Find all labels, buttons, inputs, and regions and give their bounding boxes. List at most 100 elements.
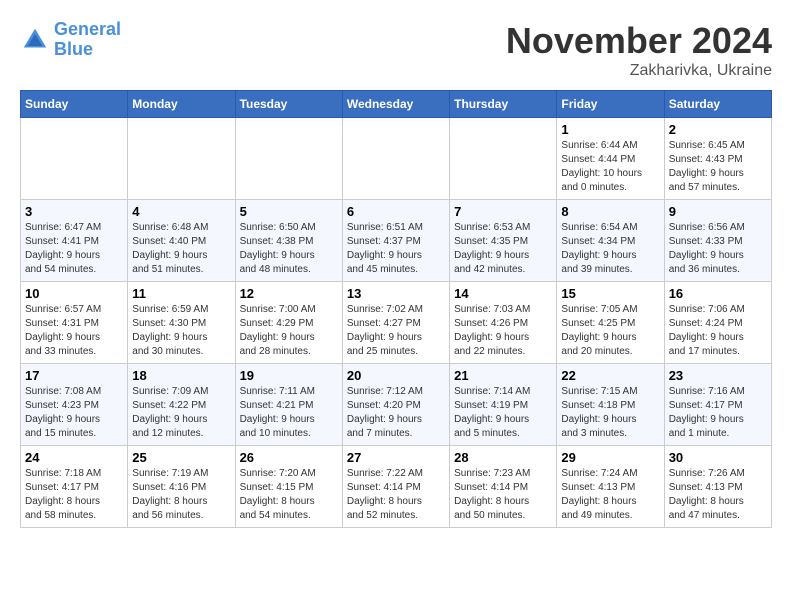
calendar-cell: 8Sunrise: 6:54 AM Sunset: 4:34 PM Daylig… [557, 200, 664, 282]
calendar-cell: 22 Sunrise: 7:15 AM Sunset: 4:18 PM Dayli… [557, 364, 664, 446]
day-number: 10 [25, 286, 123, 301]
calendar-cell: 13 Sunrise: 7:02 AM Sunset: 4:27 PM Dayli… [342, 282, 449, 364]
day-number: 5 [240, 204, 338, 219]
day-info: Sunrise: 7:08 AM Sunset: 4:23 PM Dayligh… [25, 385, 123, 441]
day-info: Sunrise: 7:19 AM Sunset: 4:16 PM Dayligh… [132, 467, 230, 523]
calendar-cell: 7 Sunrise: 6:53 AM Sunset: 4:35 PM Daylig… [450, 200, 557, 282]
weekday-header-row: SundayMondayTuesdayWednesdayThursdayFrid… [21, 91, 772, 118]
day-info: Sunrise: 7:26 AM Sunset: 4:13 PM Dayligh… [669, 467, 767, 523]
week-row-5: 24 Sunrise: 7:18 AM Sunset: 4:17 PM Dayli… [21, 446, 772, 528]
calendar-cell: 27Sunrise: 7:22 AM Sunset: 4:14 PM Dayli… [342, 446, 449, 528]
calendar-cell: 14Sunrise: 7:03 AM Sunset: 4:26 PM Dayli… [450, 282, 557, 364]
title-block: November 2024 Zakharivka, Ukraine [506, 20, 772, 80]
calendar-cell: 6 Sunrise: 6:51 AM Sunset: 4:37 PM Daylig… [342, 200, 449, 282]
day-number: 4 [132, 204, 230, 219]
day-number: 6 [347, 204, 445, 219]
day-info: Sunrise: 7:09 AM Sunset: 4:22 PM Dayligh… [132, 385, 230, 441]
day-number: 7 [454, 204, 552, 219]
calendar-cell: 28Sunrise: 7:23 AM Sunset: 4:14 PM Dayli… [450, 446, 557, 528]
day-info: Sunrise: 7:18 AM Sunset: 4:17 PM Dayligh… [25, 467, 123, 523]
weekday-header-monday: Monday [128, 91, 235, 118]
day-info: Sunrise: 7:23 AM Sunset: 4:14 PM Dayligh… [454, 467, 552, 523]
day-info: Sunrise: 7:11 AM Sunset: 4:21 PM Dayligh… [240, 385, 338, 441]
calendar-cell: 9Sunrise: 6:56 AM Sunset: 4:33 PM Daylig… [664, 200, 771, 282]
logo-text: General Blue [54, 20, 121, 60]
day-number: 21 [454, 368, 552, 383]
day-number: 29 [561, 450, 659, 465]
day-info: Sunrise: 6:50 AM Sunset: 4:38 PM Dayligh… [240, 221, 338, 277]
day-number: 26 [240, 450, 338, 465]
calendar-cell [450, 118, 557, 200]
day-number: 2 [669, 122, 767, 137]
day-number: 12 [240, 286, 338, 301]
week-row-1: 1 Sunrise: 6:44 AM Sunset: 4:44 PM Daylig… [21, 118, 772, 200]
day-number: 22 [561, 368, 659, 383]
day-info: Sunrise: 6:44 AM Sunset: 4:44 PM Dayligh… [561, 139, 659, 195]
day-info: Sunrise: 6:56 AM Sunset: 4:33 PM Dayligh… [669, 221, 767, 277]
calendar-cell: 24 Sunrise: 7:18 AM Sunset: 4:17 PM Dayli… [21, 446, 128, 528]
weekday-header-tuesday: Tuesday [235, 91, 342, 118]
calendar-cell [21, 118, 128, 200]
day-number: 18 [132, 368, 230, 383]
day-number: 3 [25, 204, 123, 219]
day-number: 14 [454, 286, 552, 301]
calendar-cell: 21Sunrise: 7:14 AM Sunset: 4:19 PM Dayli… [450, 364, 557, 446]
day-info: Sunrise: 7:15 AM Sunset: 4:18 PM Dayligh… [561, 385, 659, 441]
weekday-header-sunday: Sunday [21, 91, 128, 118]
day-number: 17 [25, 368, 123, 383]
day-info: Sunrise: 7:20 AM Sunset: 4:15 PM Dayligh… [240, 467, 338, 523]
calendar-table: SundayMondayTuesdayWednesdayThursdayFrid… [20, 90, 772, 528]
day-info: Sunrise: 6:53 AM Sunset: 4:35 PM Dayligh… [454, 221, 552, 277]
calendar-cell: 23Sunrise: 7:16 AM Sunset: 4:17 PM Dayli… [664, 364, 771, 446]
day-number: 23 [669, 368, 767, 383]
week-row-3: 10 Sunrise: 6:57 AM Sunset: 4:31 PM Dayli… [21, 282, 772, 364]
calendar-cell: 1 Sunrise: 6:44 AM Sunset: 4:44 PM Daylig… [557, 118, 664, 200]
day-number: 19 [240, 368, 338, 383]
day-info: Sunrise: 6:57 AM Sunset: 4:31 PM Dayligh… [25, 303, 123, 359]
day-info: Sunrise: 7:00 AM Sunset: 4:29 PM Dayligh… [240, 303, 338, 359]
week-row-2: 3 Sunrise: 6:47 AM Sunset: 4:41 PM Daylig… [21, 200, 772, 282]
day-number: 16 [669, 286, 767, 301]
calendar-cell: 3 Sunrise: 6:47 AM Sunset: 4:41 PM Daylig… [21, 200, 128, 282]
calendar-cell: 5 Sunrise: 6:50 AM Sunset: 4:38 PM Daylig… [235, 200, 342, 282]
calendar-cell [342, 118, 449, 200]
calendar-cell: 15 Sunrise: 7:05 AM Sunset: 4:25 PM Dayli… [557, 282, 664, 364]
day-info: Sunrise: 7:02 AM Sunset: 4:27 PM Dayligh… [347, 303, 445, 359]
calendar-cell: 20Sunrise: 7:12 AM Sunset: 4:20 PM Dayli… [342, 364, 449, 446]
calendar-cell: 2 Sunrise: 6:45 AM Sunset: 4:43 PM Daylig… [664, 118, 771, 200]
calendar-cell: 17 Sunrise: 7:08 AM Sunset: 4:23 PM Dayli… [21, 364, 128, 446]
day-info: Sunrise: 6:47 AM Sunset: 4:41 PM Dayligh… [25, 221, 123, 277]
calendar-cell: 26 Sunrise: 7:20 AM Sunset: 4:15 PM Dayli… [235, 446, 342, 528]
day-info: Sunrise: 6:51 AM Sunset: 4:37 PM Dayligh… [347, 221, 445, 277]
week-row-4: 17 Sunrise: 7:08 AM Sunset: 4:23 PM Dayli… [21, 364, 772, 446]
day-info: Sunrise: 7:06 AM Sunset: 4:24 PM Dayligh… [669, 303, 767, 359]
weekday-header-friday: Friday [557, 91, 664, 118]
calendar-cell: 11 Sunrise: 6:59 AM Sunset: 4:30 PM Dayli… [128, 282, 235, 364]
day-number: 24 [25, 450, 123, 465]
day-number: 25 [132, 450, 230, 465]
day-info: Sunrise: 7:05 AM Sunset: 4:25 PM Dayligh… [561, 303, 659, 359]
day-info: Sunrise: 6:59 AM Sunset: 4:30 PM Dayligh… [132, 303, 230, 359]
calendar-cell [128, 118, 235, 200]
day-number: 30 [669, 450, 767, 465]
calendar-cell: 18 Sunrise: 7:09 AM Sunset: 4:22 PM Dayli… [128, 364, 235, 446]
weekday-header-wednesday: Wednesday [342, 91, 449, 118]
calendar-cell: 10 Sunrise: 6:57 AM Sunset: 4:31 PM Dayli… [21, 282, 128, 364]
location-title: Zakharivka, Ukraine [506, 62, 772, 80]
day-info: Sunrise: 6:48 AM Sunset: 4:40 PM Dayligh… [132, 221, 230, 277]
day-number: 15 [561, 286, 659, 301]
day-number: 11 [132, 286, 230, 301]
logo-icon [20, 25, 50, 55]
day-info: Sunrise: 6:45 AM Sunset: 4:43 PM Dayligh… [669, 139, 767, 195]
calendar-cell: 4 Sunrise: 6:48 AM Sunset: 4:40 PM Daylig… [128, 200, 235, 282]
calendar-cell: 16 Sunrise: 7:06 AM Sunset: 4:24 PM Dayli… [664, 282, 771, 364]
day-number: 8 [561, 204, 659, 219]
day-info: Sunrise: 7:24 AM Sunset: 4:13 PM Dayligh… [561, 467, 659, 523]
day-info: Sunrise: 7:22 AM Sunset: 4:14 PM Dayligh… [347, 467, 445, 523]
calendar-cell: 19 Sunrise: 7:11 AM Sunset: 4:21 PM Dayli… [235, 364, 342, 446]
calendar-cell [235, 118, 342, 200]
calendar-cell: 25 Sunrise: 7:19 AM Sunset: 4:16 PM Dayli… [128, 446, 235, 528]
day-number: 13 [347, 286, 445, 301]
day-number: 1 [561, 122, 659, 137]
logo-line2: Blue [54, 39, 93, 59]
